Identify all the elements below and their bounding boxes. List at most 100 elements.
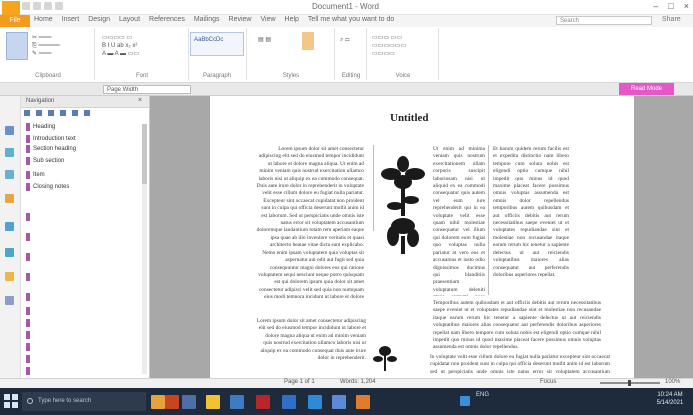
zoom-level[interactable]: 100% — [665, 379, 680, 385]
dictate-icon[interactable]: ▭▭▭ ▭▭ — [372, 34, 402, 42]
ribbon-group-voice: ▭▭▭ ▭▭ ▭▭▭▭▭▭ ▭▭▭▭ Voice — [368, 28, 439, 80]
view-buttons[interactable]: Focus — [540, 379, 556, 385]
list-item[interactable]: Closing notes — [26, 183, 126, 191]
taskbar-search-input[interactable]: Type here to search — [22, 392, 146, 411]
list-item[interactable] — [26, 213, 36, 221]
styles-gallery[interactable]: AaBbCcDc — [190, 32, 244, 56]
maximize-button[interactable]: □ — [668, 1, 673, 11]
nav-pages-icon[interactable] — [36, 110, 42, 116]
quick-access-toolbar — [22, 2, 63, 10]
read-mode-badge[interactable]: Read Mode — [619, 83, 674, 95]
list-item[interactable] — [26, 331, 36, 339]
pages-icon[interactable] — [5, 126, 14, 135]
window-controls: – □ × — [653, 1, 689, 11]
tab-references[interactable]: References — [149, 16, 185, 23]
list-item[interactable] — [26, 319, 36, 327]
ribbon-search-input[interactable]: Search — [556, 16, 652, 25]
taskbar-app-icon[interactable] — [256, 395, 270, 409]
list-item[interactable] — [26, 367, 36, 375]
list-item[interactable] — [26, 355, 36, 363]
list-item[interactable]: Section heading — [26, 145, 126, 153]
clock-time: 10:24 AM — [657, 392, 683, 398]
share-button[interactable]: Share — [662, 16, 681, 23]
tell-me-box[interactable]: Tell me what you want to do — [308, 16, 394, 23]
list-item[interactable] — [26, 293, 36, 301]
list-item[interactable]: Sub section — [26, 157, 126, 165]
file-explorer-icon[interactable] — [206, 395, 220, 409]
ribbon-tabs: Home Insert Design Layout References Mai… — [34, 16, 394, 23]
nav-headings-icon[interactable] — [24, 110, 30, 116]
group-label: Styles — [282, 73, 300, 79]
close-button[interactable]: × — [684, 1, 689, 11]
word-app-icon[interactable] — [356, 395, 370, 409]
undo-icon[interactable] — [33, 2, 41, 10]
minimize-button[interactable]: – — [653, 1, 658, 11]
tab-review[interactable]: Review — [229, 16, 252, 23]
tab-design[interactable]: Design — [88, 16, 110, 23]
styles-icon[interactable]: ▤ ▤ — [258, 36, 271, 44]
tab-file[interactable]: File — [0, 15, 30, 27]
headings-icon[interactable] — [5, 148, 14, 157]
style-preview: AaBbCcDc — [194, 37, 224, 43]
comments-icon[interactable] — [5, 194, 14, 203]
taskbar-app-icon[interactable] — [165, 395, 179, 409]
taskbar-app-icon[interactable] — [182, 395, 196, 409]
image-icon[interactable] — [5, 272, 14, 281]
redo-icon[interactable] — [44, 2, 52, 10]
editor-icon[interactable]: ▭▭▭▭ — [372, 50, 395, 58]
zoom-slider-thumb[interactable] — [628, 380, 631, 386]
taskbar-app-icon[interactable] — [230, 395, 244, 409]
search-icon[interactable] — [5, 170, 14, 179]
nav-expand-icon[interactable] — [60, 110, 66, 116]
styles-pane-button[interactable] — [302, 32, 314, 50]
taskbar-app-icon[interactable] — [332, 395, 346, 409]
column-rule — [373, 145, 374, 231]
tab-home[interactable]: Home — [34, 16, 53, 23]
view-select[interactable]: Page Width — [103, 85, 191, 94]
nav-results-icon[interactable] — [48, 110, 54, 116]
customize-icon[interactable] — [55, 2, 63, 10]
list-item[interactable] — [26, 233, 36, 241]
taskbar-app-icon[interactable] — [282, 395, 296, 409]
voice-options-icon[interactable]: ▭▭▭▭▭▭ — [372, 42, 406, 50]
document-title: Untitled — [390, 112, 429, 124]
font-color-buttons[interactable]: A ▬ A ▬ ▭▭ — [102, 50, 139, 58]
ribbon-group-font: ▭▭▭▭ ▭ B I U ab x₂ x² A ▬ A ▬ ▭▭ Font — [96, 28, 189, 80]
tab-mailings[interactable]: Mailings — [194, 16, 220, 23]
decorative-ornament-icon — [381, 156, 425, 254]
list-item[interactable]: Heading — [26, 123, 126, 131]
list-item[interactable]: Introduction text — [26, 135, 126, 143]
font-name-select[interactable]: ▭▭▭▭ ▭ — [102, 34, 132, 42]
find-icon[interactable]: ⌕ ▭ — [340, 36, 350, 44]
taskbar-app-icon[interactable] — [308, 395, 322, 409]
list-item[interactable] — [26, 343, 36, 351]
cut-icon[interactable]: ✂ ═══ — [32, 34, 51, 42]
taskbar-app-icon[interactable] — [151, 395, 165, 409]
format-painter-icon[interactable]: ✎ ═══ — [32, 50, 51, 58]
network-icon[interactable] — [460, 396, 470, 406]
tab-help[interactable]: Help — [285, 16, 299, 23]
save-icon[interactable] — [22, 2, 30, 10]
windows-start-icon[interactable] — [3, 393, 19, 409]
table-icon[interactable] — [5, 248, 14, 257]
copy-icon[interactable]: ⎘ ═════ — [32, 42, 60, 50]
insert-icon[interactable] — [5, 222, 14, 231]
navigation-close-button[interactable]: × — [138, 97, 142, 104]
system-tray[interactable]: ENG — [476, 392, 489, 398]
list-item[interactable] — [26, 273, 36, 281]
page-count[interactable]: Page 1 of 1 — [284, 379, 315, 385]
tab-view[interactable]: View — [260, 16, 275, 23]
list-item[interactable]: Item — [26, 171, 126, 179]
paste-button[interactable] — [6, 32, 28, 60]
nav-collapse-icon[interactable] — [72, 110, 78, 116]
list-item[interactable] — [26, 253, 36, 261]
tab-layout[interactable]: Layout — [119, 16, 140, 23]
nav-options-icon[interactable] — [84, 110, 90, 116]
tab-insert[interactable]: Insert — [62, 16, 80, 23]
navigation-scroll-thumb[interactable] — [142, 124, 147, 184]
list-item[interactable] — [26, 307, 36, 315]
font-format-buttons[interactable]: B I U ab x₂ x² — [102, 42, 137, 50]
taskbar-clock[interactable]: 10:24 AM 5/14/2021 — [650, 391, 690, 407]
chart-icon[interactable] — [5, 296, 14, 305]
word-count[interactable]: Words: 1,204 — [340, 379, 376, 385]
